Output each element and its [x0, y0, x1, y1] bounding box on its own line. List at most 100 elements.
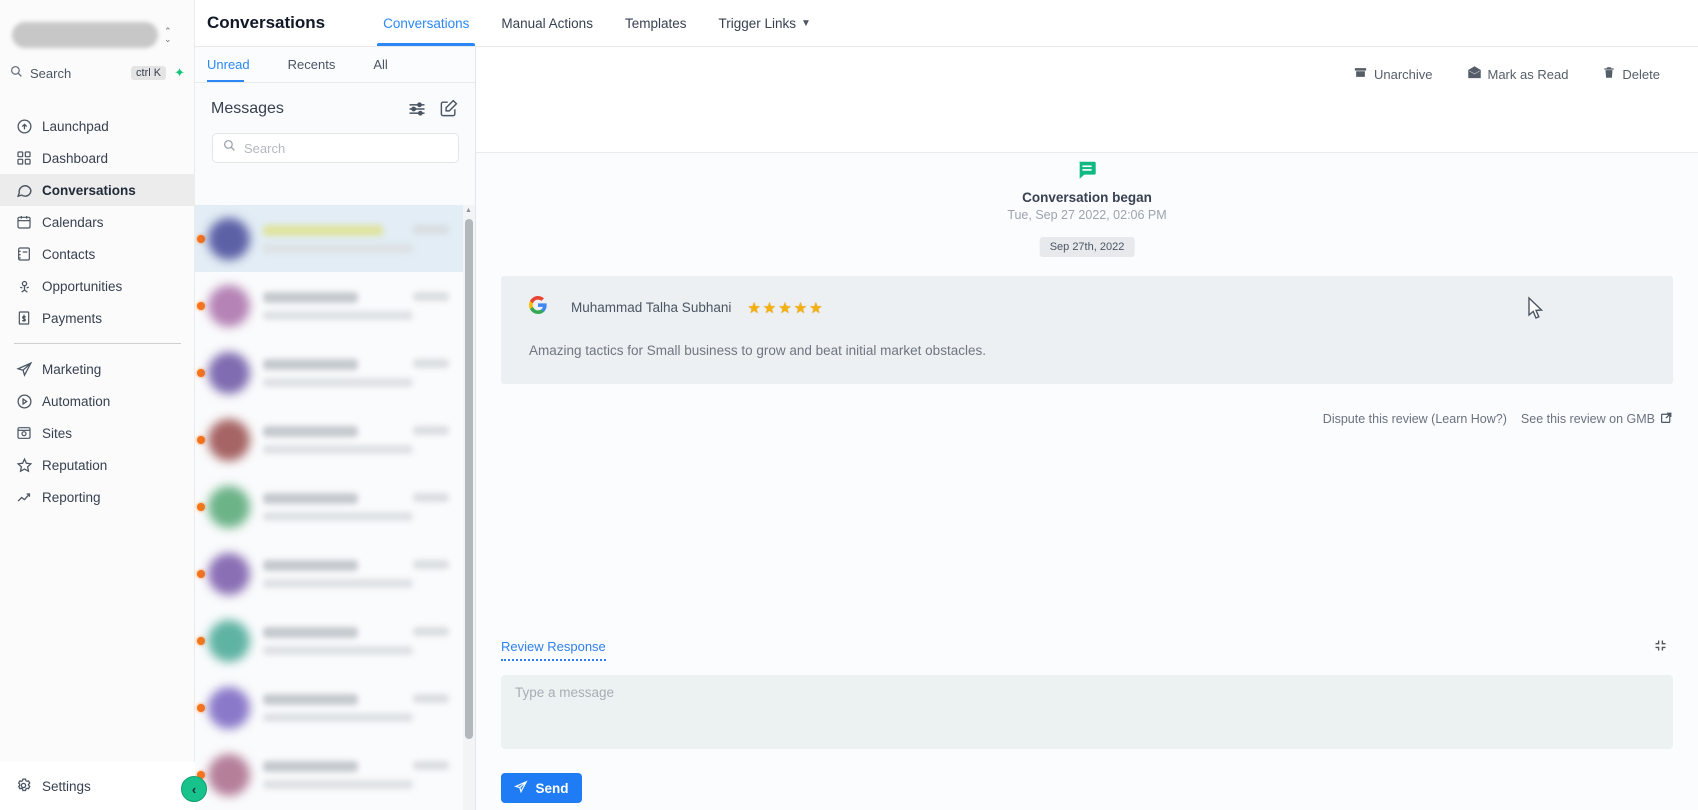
star-rating: ★★★★★ [747, 299, 825, 317]
conversation-timestamp-blurred [413, 225, 449, 234]
tab-review-response[interactable]: Review Response [501, 639, 606, 661]
sidebar-item-marketing[interactable]: Marketing [0, 353, 195, 385]
tab-recents[interactable]: Recents [288, 47, 336, 82]
scrollbar-thumb[interactable] [465, 219, 473, 739]
page-header: Conversations Conversations Manual Actio… [195, 0, 1698, 47]
messages-search[interactable] [212, 133, 459, 163]
dashboard-icon [15, 149, 33, 167]
avatar [208, 686, 250, 729]
message-input-wrapper [501, 675, 1673, 749]
messages-search-input[interactable] [244, 140, 448, 156]
tab-unread[interactable]: Unread [207, 47, 250, 82]
conversation-list-item[interactable] [195, 540, 463, 607]
conversation-timestamp-blurred [413, 493, 449, 502]
sidebar-item-contacts[interactable]: Contacts [0, 238, 195, 270]
sidebar-item-calendars[interactable]: Calendars [0, 206, 195, 238]
filter-sliders-icon[interactable] [407, 99, 427, 119]
conversation-content: Unarchive Mark as Read Delete Conversati… [476, 47, 1698, 810]
switcher-sort-icon: ⌃ ⌄ [164, 25, 172, 44]
dispute-review-link[interactable]: Dispute this review (Learn How?) [1323, 412, 1507, 426]
conversation-timestamp-blurred [413, 761, 449, 770]
unread-dot [197, 636, 205, 645]
sidebar-search[interactable]: Search ctrl K ✦ [0, 58, 195, 88]
reporting-icon [15, 488, 33, 506]
avatar [208, 619, 250, 662]
sidebar-item-label: Launchpad [42, 118, 109, 134]
unread-dot [197, 435, 205, 444]
tab-all[interactable]: All [373, 47, 387, 82]
sidebar-item-launchpad[interactable]: Launchpad [0, 110, 195, 142]
sidebar-settings[interactable]: Settings [0, 762, 195, 810]
search-icon [223, 139, 236, 157]
compose-icon[interactable] [439, 99, 459, 119]
conversation-list-item[interactable] [195, 607, 463, 674]
gear-icon [15, 777, 33, 795]
sidebar-item-opportunities[interactable]: Opportunities [0, 270, 195, 302]
tab-conversations[interactable]: Conversations [367, 0, 485, 46]
began-timestamp: Tue, Sep 27 2022, 02:06 PM [1007, 208, 1167, 222]
sidebar: ⌃ ⌄ Search ctrl K ✦ Launchpad Dashboard C… [0, 0, 195, 810]
review-text: Amazing tactics for Small business to gr… [529, 343, 986, 358]
compress-icon[interactable] [1653, 638, 1668, 658]
ai-spark-icon[interactable]: ✦ [174, 65, 185, 81]
sidebar-item-reputation[interactable]: Reputation [0, 449, 195, 481]
send-button[interactable]: Send [501, 773, 582, 803]
calendars-icon [15, 213, 33, 231]
message-input[interactable] [515, 685, 1659, 739]
envelope-icon [1467, 65, 1488, 83]
delete-button[interactable]: Delete [1602, 65, 1660, 83]
avatar [208, 485, 250, 528]
unarchive-icon [1353, 65, 1374, 83]
view-on-gmb-link[interactable]: See this review on GMB [1521, 412, 1655, 426]
launchpad-icon [15, 117, 33, 135]
conversation-list-item[interactable] [195, 674, 463, 741]
date-separator: Sep 27th, 2022 [1039, 237, 1135, 257]
conversation-list-item[interactable] [195, 272, 463, 339]
search-shortcut-badge: ctrl K [131, 66, 167, 80]
list-scrollbar[interactable]: ▲ [463, 205, 475, 810]
unread-dot [197, 301, 205, 310]
agency-switcher[interactable]: ⌃ ⌄ [12, 21, 184, 49]
sidebar-item-payments[interactable]: Payments [0, 302, 195, 334]
mark-as-read-button[interactable]: Mark as Read [1467, 65, 1568, 83]
scroll-up-arrow-icon[interactable]: ▲ [465, 207, 472, 214]
avatar [208, 552, 250, 595]
trash-icon [1602, 65, 1622, 83]
chevron-down-icon: ▼ [801, 17, 811, 29]
sidebar-item-dashboard[interactable]: Dashboard [0, 142, 195, 174]
sidebar-item-label: Opportunities [42, 278, 123, 294]
sidebar-item-reporting[interactable]: Reporting [0, 481, 195, 513]
avatar [208, 217, 250, 260]
external-link-icon[interactable] [1660, 411, 1673, 427]
unread-dot [197, 703, 205, 712]
tab-manual-actions[interactable]: Manual Actions [485, 0, 609, 46]
conversation-list-item[interactable] [195, 339, 463, 406]
began-title: Conversation began [1022, 190, 1152, 205]
sidebar-item-conversations[interactable]: Conversations [0, 174, 195, 206]
unread-dot [197, 234, 205, 243]
sidebar-item-automation[interactable]: Automation [0, 385, 195, 417]
sidebar-item-label: Payments [42, 310, 103, 326]
tab-templates[interactable]: Templates [609, 0, 703, 46]
conversation-timestamp-blurred [413, 560, 449, 569]
conversation-list-item[interactable] [195, 741, 463, 808]
marketing-icon [15, 360, 33, 378]
search-icon [10, 65, 23, 81]
sidebar-item-label: Conversations [42, 182, 136, 198]
tab-trigger-links[interactable]: Trigger Links ▼ [702, 0, 826, 46]
conversations-icon [15, 181, 33, 199]
avatar [208, 351, 250, 394]
sidebar-item-label: Marketing [42, 361, 102, 377]
unread-dot [197, 368, 205, 377]
chevron-left-icon: ‹ [191, 781, 197, 797]
conversation-list-item[interactable] [195, 406, 463, 473]
conversation-list-item[interactable] [195, 205, 463, 272]
unarchive-button[interactable]: Unarchive [1353, 65, 1433, 83]
review-links: Dispute this review (Learn How?) See thi… [1323, 411, 1673, 427]
sidebar-collapse-button[interactable]: ‹ [181, 776, 207, 802]
settings-label: Settings [42, 778, 91, 794]
conversation-list-item[interactable] [195, 473, 463, 540]
conversation-timestamp-blurred [413, 426, 449, 435]
avatar [208, 284, 250, 327]
sidebar-item-sites[interactable]: Sites [0, 417, 195, 449]
